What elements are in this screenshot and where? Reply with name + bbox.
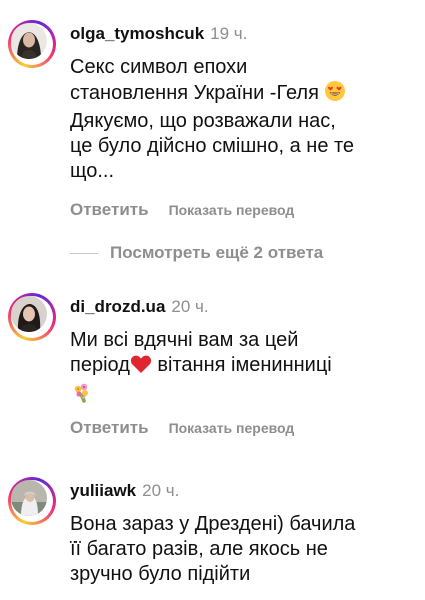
comment-line: період вітання іменинниці: [70, 353, 415, 381]
username[interactable]: yuliiawk: [70, 481, 136, 500]
comment-meta: di_drozd.ua 20 ч.: [70, 297, 209, 317]
bouquet-icon: [70, 381, 94, 412]
translate-button[interactable]: Показать перевод: [169, 202, 295, 218]
comment-text: Секс символ епохи становлення України -Г…: [70, 55, 415, 184]
comment-line: Секс символ епохи: [70, 56, 248, 78]
red-heart-icon: [130, 354, 152, 381]
comment-line: [70, 381, 415, 412]
comment-line: зручно було підійти: [70, 563, 251, 585]
comment-line: становлення України -Геля: [70, 80, 415, 109]
comment-line: це було дійсно смішно, а не те: [70, 135, 355, 157]
comment-line: її багато разів, але якось не: [70, 538, 328, 560]
comment-meta: olga_tymoshcuk 19 ч.: [70, 24, 247, 44]
avatar[interactable]: [8, 477, 56, 525]
translate-button[interactable]: Показать перевод: [169, 420, 295, 436]
timestamp: 20 ч.: [142, 481, 180, 500]
divider-line: [70, 252, 98, 254]
view-more-replies-label: Посмотреть ещё 2 ответа: [110, 243, 324, 262]
reply-button[interactable]: Ответить: [70, 200, 149, 219]
comment-line: Дякуємо, що розважали нас,: [70, 110, 336, 132]
comment-actions: Ответить Показать перевод: [70, 200, 294, 220]
avatar[interactable]: [8, 293, 56, 341]
timestamp: 20 ч.: [171, 297, 209, 316]
avatar[interactable]: [8, 20, 56, 68]
reply-button[interactable]: Ответить: [70, 418, 149, 437]
comment-meta: yuliiawk 20 ч.: [70, 481, 179, 501]
avatar-image: [11, 480, 47, 516]
comment-text: Ми всі вдячні вам за цей період вітання …: [70, 328, 415, 412]
timestamp: 19 ч.: [210, 24, 248, 43]
comment-actions: Ответить Показать перевод: [70, 418, 294, 438]
avatar-image: [11, 296, 47, 332]
avatar-image: [11, 23, 47, 59]
comment-text: Вона зараз у Дрездені) бачила її багато …: [70, 512, 415, 587]
heart-eyes-icon: [324, 80, 346, 109]
view-more-replies-button[interactable]: Посмотреть ещё 2 ответа: [70, 243, 323, 263]
username[interactable]: olga_tymoshcuk: [70, 24, 204, 43]
comment-line: що...: [70, 160, 115, 182]
comment-line: Ми всі вдячні вам за цей: [70, 329, 299, 351]
comment-line: Вона зараз у Дрездені) бачила: [70, 513, 356, 535]
username[interactable]: di_drozd.ua: [70, 297, 165, 316]
